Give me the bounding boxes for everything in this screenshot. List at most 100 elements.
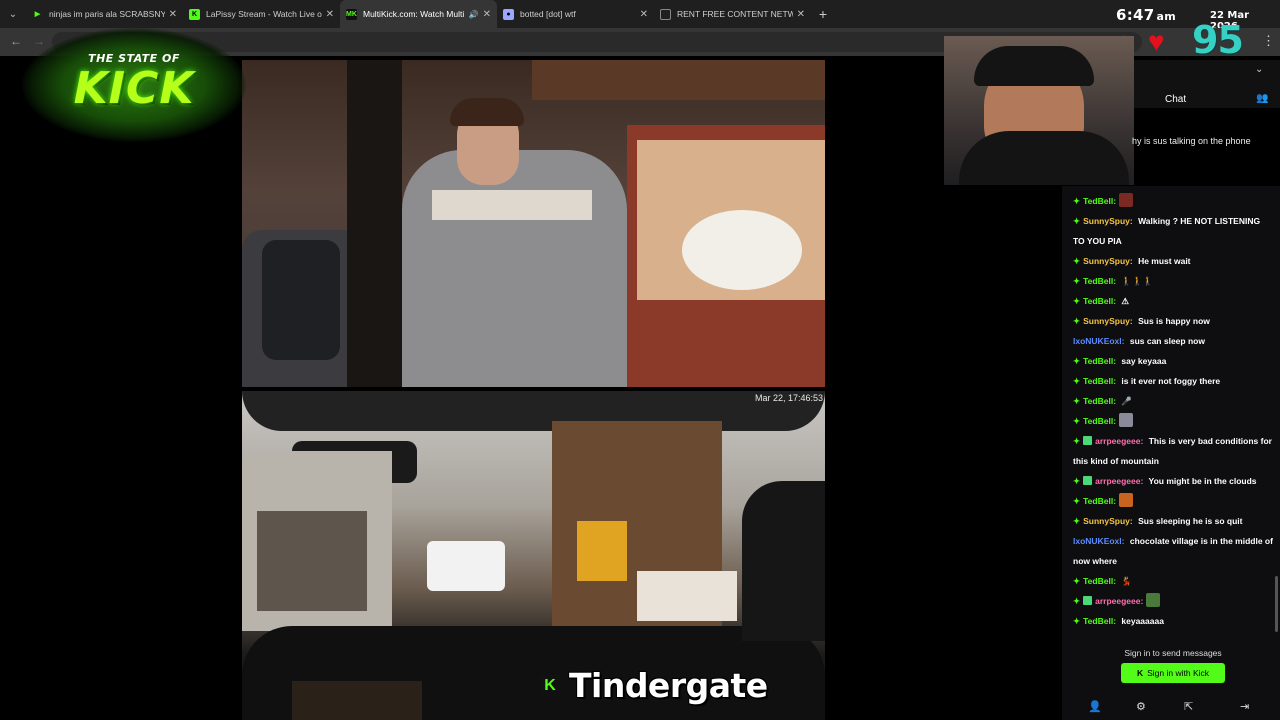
person-hair	[450, 98, 524, 126]
chat-message-text: say keyaaa	[1119, 356, 1167, 366]
users-icon[interactable]: 👥	[1256, 93, 1268, 104]
tab-title: LaPissy Stream - Watch Live on	[206, 9, 322, 19]
subscriber-badge-icon: ✦	[1073, 476, 1081, 486]
chat-username[interactable]: lxoNUKEoxl:	[1073, 336, 1124, 346]
chat-message-text: keyaaaaaa	[1119, 616, 1164, 626]
close-tab-icon[interactable]: ✕	[483, 9, 491, 20]
chat-username[interactable]: lxoNUKEoxl:	[1073, 536, 1124, 546]
browser-tab[interactable]: K LaPissy Stream - Watch Live on ✕	[183, 0, 340, 28]
video-panel-top[interactable]	[242, 60, 825, 387]
add-user-icon[interactable]: 👤	[1088, 700, 1102, 713]
person-jacket	[402, 150, 627, 387]
chat-message: ✦ arrpeegeee: This is very bad conditions…	[1073, 431, 1273, 471]
chat-message: ✦ TedBell:	[1073, 191, 1273, 211]
subscriber-badge-icon: ✦	[1073, 496, 1081, 506]
close-tab-icon[interactable]: ✕	[640, 9, 648, 20]
chat-username[interactable]: TedBell:	[1083, 376, 1116, 386]
tab-search-dropdown-icon[interactable]: ⌄	[0, 0, 26, 28]
close-tab-icon[interactable]: ✕	[169, 9, 177, 20]
chat-message: ✦ TedBell: keyaaaaaa	[1073, 611, 1273, 631]
chat-username[interactable]: TedBell:	[1083, 616, 1116, 626]
chat-username[interactable]: TedBell:	[1083, 276, 1116, 286]
chat-username[interactable]: arrpeegeee:	[1095, 476, 1143, 486]
chat-message-text: You might be in the clouds	[1146, 476, 1257, 486]
chat-username[interactable]: TedBell:	[1083, 396, 1116, 406]
tab-title: ninjas im paris ala SCRABSNYC	[49, 9, 165, 19]
gift-badge-icon	[1083, 476, 1093, 485]
subscriber-badge-icon: ✦	[1073, 356, 1081, 366]
viewer-counter: 95	[1192, 18, 1244, 62]
collapse-chat-icon[interactable]: ⇥	[1240, 700, 1249, 713]
browser-menu-icon[interactable]: ⋮	[1262, 33, 1275, 49]
yellow-shop-sign	[577, 521, 627, 581]
gear-icon[interactable]: ⚙	[1136, 700, 1146, 713]
caption-overlay: K Tindergate	[539, 666, 768, 705]
chat-username[interactable]: TedBell:	[1083, 296, 1116, 306]
kick-logo-icon: K	[1136, 668, 1144, 678]
close-tab-icon[interactable]: ✕	[326, 9, 334, 20]
browser-tab-active[interactable]: MK MultiKick.com: Watch Multi 🔊 ✕	[340, 0, 497, 28]
chat-username[interactable]: TedBell:	[1083, 416, 1116, 426]
subscriber-badge-icon: ✦	[1073, 276, 1081, 286]
back-arrow-icon[interactable]: ←	[10, 34, 22, 48]
kick-logo-icon: K	[539, 674, 561, 697]
chat-username[interactable]: TedBell:	[1083, 196, 1116, 206]
close-tab-icon[interactable]: ✕	[797, 9, 805, 20]
popout-icon[interactable]: ⇱	[1184, 700, 1193, 713]
chat-message-text: sus can sleep now	[1127, 336, 1205, 346]
speaker-icon[interactable]: 🔊	[469, 10, 479, 19]
chat-message: ✦ SunnySpuy: Sus is happy now	[1073, 311, 1273, 331]
overlay-clock: 6:47 am	[1116, 6, 1176, 24]
door-frame	[347, 60, 402, 387]
chat-message-text: is it ever not foggy there	[1119, 376, 1221, 386]
forward-arrow-icon[interactable]: →	[33, 34, 45, 48]
play-icon: ▶	[34, 11, 41, 18]
document-favicon-icon	[660, 8, 671, 20]
subscriber-badge-icon: ✦	[1073, 396, 1081, 406]
chat-username[interactable]: TedBell:	[1083, 496, 1116, 506]
chat-message: ✦ TedBell:	[1073, 491, 1273, 511]
logo-big-text: KICK	[73, 63, 195, 114]
browser-tab[interactable]: ● botted [dot] wtf ✕	[497, 0, 654, 28]
chat-username[interactable]: TedBell:	[1083, 356, 1116, 366]
streamer-webcam	[944, 36, 1134, 185]
chat-username[interactable]: SunnySpuy:	[1083, 256, 1133, 266]
chat-message-text: Sus is happy now	[1135, 316, 1210, 326]
chat-username[interactable]: SunnySpuy:	[1083, 316, 1133, 326]
chat-message: ✦ TedBell: ⚠	[1073, 291, 1273, 311]
new-tab-button[interactable]: +	[811, 6, 835, 22]
emote-icon	[1119, 493, 1134, 507]
chat-message-text: ⚠	[1119, 296, 1130, 306]
chat-username[interactable]: arrpeegeee:	[1095, 436, 1143, 446]
browser-tab[interactable]: ▶ ninjas im paris ala SCRABSNYC ✕	[26, 0, 183, 28]
chat-username[interactable]: TedBell:	[1083, 576, 1116, 586]
chat-username[interactable]: SunnySpuy:	[1083, 516, 1133, 526]
a-pillar	[742, 481, 825, 641]
chat-message-text: Sus sleeping he is so quit	[1135, 516, 1243, 526]
shop-sign-plate	[682, 210, 802, 290]
tab-title: RENT FREE CONTENT NETWOR	[677, 9, 793, 19]
chevron-down-icon[interactable]: ⌄	[1255, 64, 1263, 75]
chat-message: ✦ SunnySpuy: He must wait	[1073, 251, 1273, 271]
chat-message-text: He must wait	[1135, 256, 1191, 266]
subscriber-badge-icon: ✦	[1073, 256, 1081, 266]
browser-tab[interactable]: RENT FREE CONTENT NETWOR ✕	[654, 0, 811, 28]
pinned-message: hy is sus talking on the phone	[1132, 136, 1251, 146]
robot-favicon-icon: ●	[503, 8, 514, 20]
chat-message: ✦ arrpeegeee:	[1073, 591, 1273, 611]
chat-username[interactable]: arrpeegeee:	[1095, 596, 1143, 606]
mirror-glass	[262, 240, 340, 360]
subscriber-badge-icon: ✦	[1073, 376, 1081, 386]
chat-username[interactable]: SunnySpuy:	[1083, 216, 1133, 226]
subscriber-badge-icon: ✦	[1073, 196, 1081, 206]
video-timestamp: Mar 22, 17:46:53	[754, 393, 823, 403]
chat-title: Chat	[1165, 94, 1187, 105]
browser-tab-bar: ⌄ ▶ ninjas im paris ala SCRABSNYC ✕ K La…	[0, 0, 1280, 28]
person-collar	[432, 190, 592, 220]
chat-scrollbar[interactable]	[1275, 576, 1278, 632]
gift-badge-icon	[1083, 596, 1093, 605]
tab-title: MultiKick.com: Watch Multi	[363, 9, 465, 19]
building-left-windows	[257, 511, 367, 611]
chat-message: lxoNUKEoxl: chocolate village is in the …	[1073, 531, 1273, 571]
signin-button[interactable]: K Sign in with Kick	[1121, 663, 1225, 683]
